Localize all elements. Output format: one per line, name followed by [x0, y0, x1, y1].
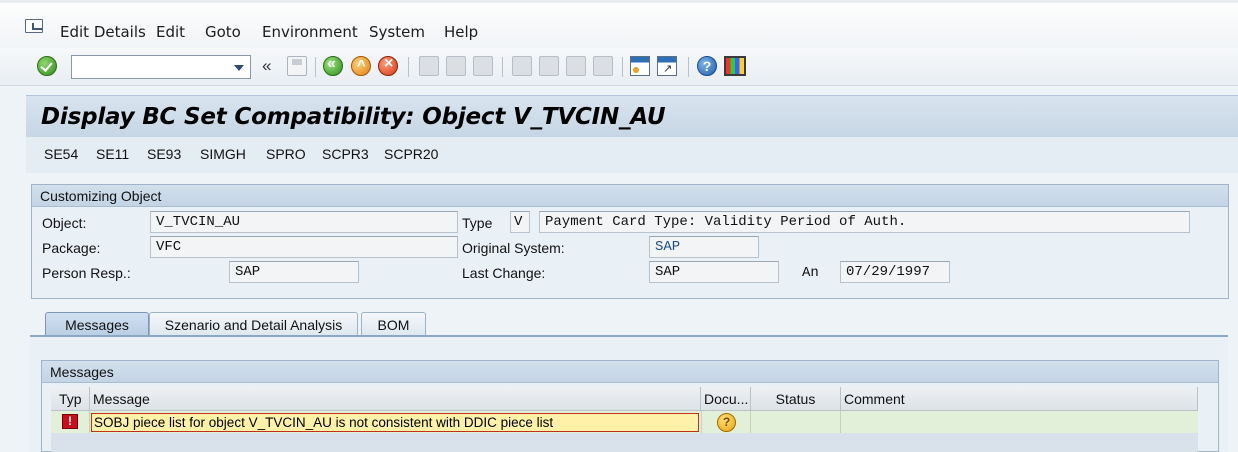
original-system-field[interactable]: SAP	[649, 236, 759, 258]
find-icon[interactable]	[446, 56, 466, 76]
first-page-icon[interactable]	[512, 56, 532, 76]
on-label: An	[802, 265, 819, 281]
table-row-empty	[51, 433, 1198, 452]
print-icon[interactable]	[419, 56, 439, 76]
type-description-field[interactable]: Payment Card Type: Validity Period of Au…	[539, 211, 1190, 233]
menu-goto[interactable]: Goto	[205, 23, 241, 41]
menu-edit-details[interactable]: Edit Details	[60, 23, 146, 41]
tab-bom-label: BOM	[377, 317, 410, 333]
last-change-field[interactable]: SAP	[649, 261, 779, 283]
column-header-docu[interactable]: Docu...	[701, 387, 751, 411]
command-dropdown-icon[interactable]	[234, 65, 244, 71]
column-header-message[interactable]: Message	[90, 387, 701, 411]
person-responsible-label: Person Resp.:	[42, 265, 131, 281]
toolbar-separator	[502, 57, 503, 77]
group-title: Customizing Object	[40, 188, 162, 204]
object-label: Object:	[42, 215, 87, 231]
spro-button[interactable]: SPRO	[266, 146, 306, 162]
toolbar-separator	[622, 57, 623, 77]
se11-button[interactable]: SE11	[96, 146, 129, 162]
last-page-icon[interactable]	[593, 56, 613, 76]
type-cell: !	[51, 411, 90, 433]
find-next-icon[interactable]	[473, 56, 493, 76]
enter-check-icon[interactable]	[37, 56, 57, 76]
create-session-icon[interactable]	[630, 56, 650, 76]
original-system-label: Original System:	[462, 240, 565, 256]
customize-layout-icon[interactable]	[724, 56, 746, 76]
column-header-typ[interactable]: Typ	[51, 387, 90, 411]
next-page-icon[interactable]	[566, 56, 586, 76]
previous-page-icon[interactable]	[539, 56, 559, 76]
simgh-button[interactable]: SIMGH	[200, 146, 246, 162]
cancel-icon[interactable]	[378, 55, 398, 76]
package-label: Package:	[42, 240, 101, 256]
menu-help[interactable]: Help	[444, 23, 478, 41]
comment-cell[interactable]	[841, 411, 1198, 433]
toolbar-separator	[408, 57, 409, 77]
scpr3-button[interactable]: SCPR3	[322, 146, 369, 162]
se54-button[interactable]: SE54	[44, 146, 78, 162]
save-icon[interactable]	[287, 56, 307, 76]
group-header: Customizing Object	[32, 185, 1228, 207]
customizing-object-group: Customizing Object Object: V_TVCIN_AU Ty…	[31, 184, 1229, 299]
tab-messages[interactable]: Messages	[45, 312, 149, 337]
standard-toolbar: « ?	[0, 48, 1238, 86]
system-menu-icon[interactable]	[25, 19, 43, 33]
menu-environment[interactable]: Environment	[262, 23, 358, 41]
table-row[interactable]: ! SOBJ piece list for object V_TVCIN_AU …	[51, 411, 1198, 433]
se93-button[interactable]: SE93	[147, 146, 181, 162]
type-label: Type	[462, 215, 493, 231]
last-change-label: Last Change:	[462, 265, 546, 281]
column-header-comment[interactable]: Comment	[841, 387, 1198, 411]
tab-scenario-detail-analysis[interactable]: Szenario and Detail Analysis	[149, 312, 358, 337]
exit-icon[interactable]	[351, 56, 371, 76]
title-bar: Display BC Set Compatibility: Object V_T…	[26, 95, 1238, 137]
toolbar-separator	[315, 57, 316, 77]
tab-bom[interactable]: BOM	[361, 312, 426, 337]
object-field[interactable]: V_TVCIN_AU	[150, 211, 458, 233]
shortcut-icon[interactable]	[657, 56, 677, 76]
menu-system[interactable]: System	[369, 23, 425, 41]
type-field[interactable]: V	[510, 211, 530, 233]
column-header-status[interactable]: Status	[751, 387, 841, 411]
scpr20-button[interactable]: SCPR20	[384, 146, 438, 162]
package-field[interactable]: VFC	[150, 236, 458, 258]
messages-group-title: Messages	[50, 364, 114, 380]
help-icon[interactable]: ?	[697, 56, 717, 76]
tab-strip: Messages Szenario and Detail Analysis BO…	[31, 312, 1238, 337]
back-icon[interactable]	[323, 55, 343, 76]
tab-scenario-label: Szenario and Detail Analysis	[164, 317, 343, 333]
page-title: Display BC Set Compatibility: Object V_T…	[41, 104, 666, 130]
collapse-icon[interactable]: «	[262, 56, 271, 76]
menu-edit[interactable]: Edit	[156, 23, 185, 41]
messages-group-header: Messages	[42, 361, 1218, 383]
status-cell[interactable]	[751, 411, 841, 433]
command-field[interactable]	[71, 55, 251, 79]
tab-messages-label: Messages	[65, 317, 129, 333]
documentation-icon[interactable]: ?	[717, 413, 736, 432]
message-text[interactable]: SOBJ piece list for object V_TVCIN_AU is…	[91, 413, 699, 432]
menu-bar: Edit Details Edit Goto Environment Syste…	[0, 0, 1238, 48]
person-responsible-field[interactable]: SAP	[229, 261, 359, 283]
last-change-date-field[interactable]: 07/29/1997	[840, 261, 950, 283]
toolbar-separator	[688, 57, 689, 77]
application-toolbar: SE54 SE11 SE93 SIMGH SPRO SCPR3 SCPR20	[26, 137, 1238, 173]
messages-table: Typ Message Docu... Status Comment ! SOB…	[51, 387, 1198, 452]
error-icon: !	[62, 414, 78, 429]
